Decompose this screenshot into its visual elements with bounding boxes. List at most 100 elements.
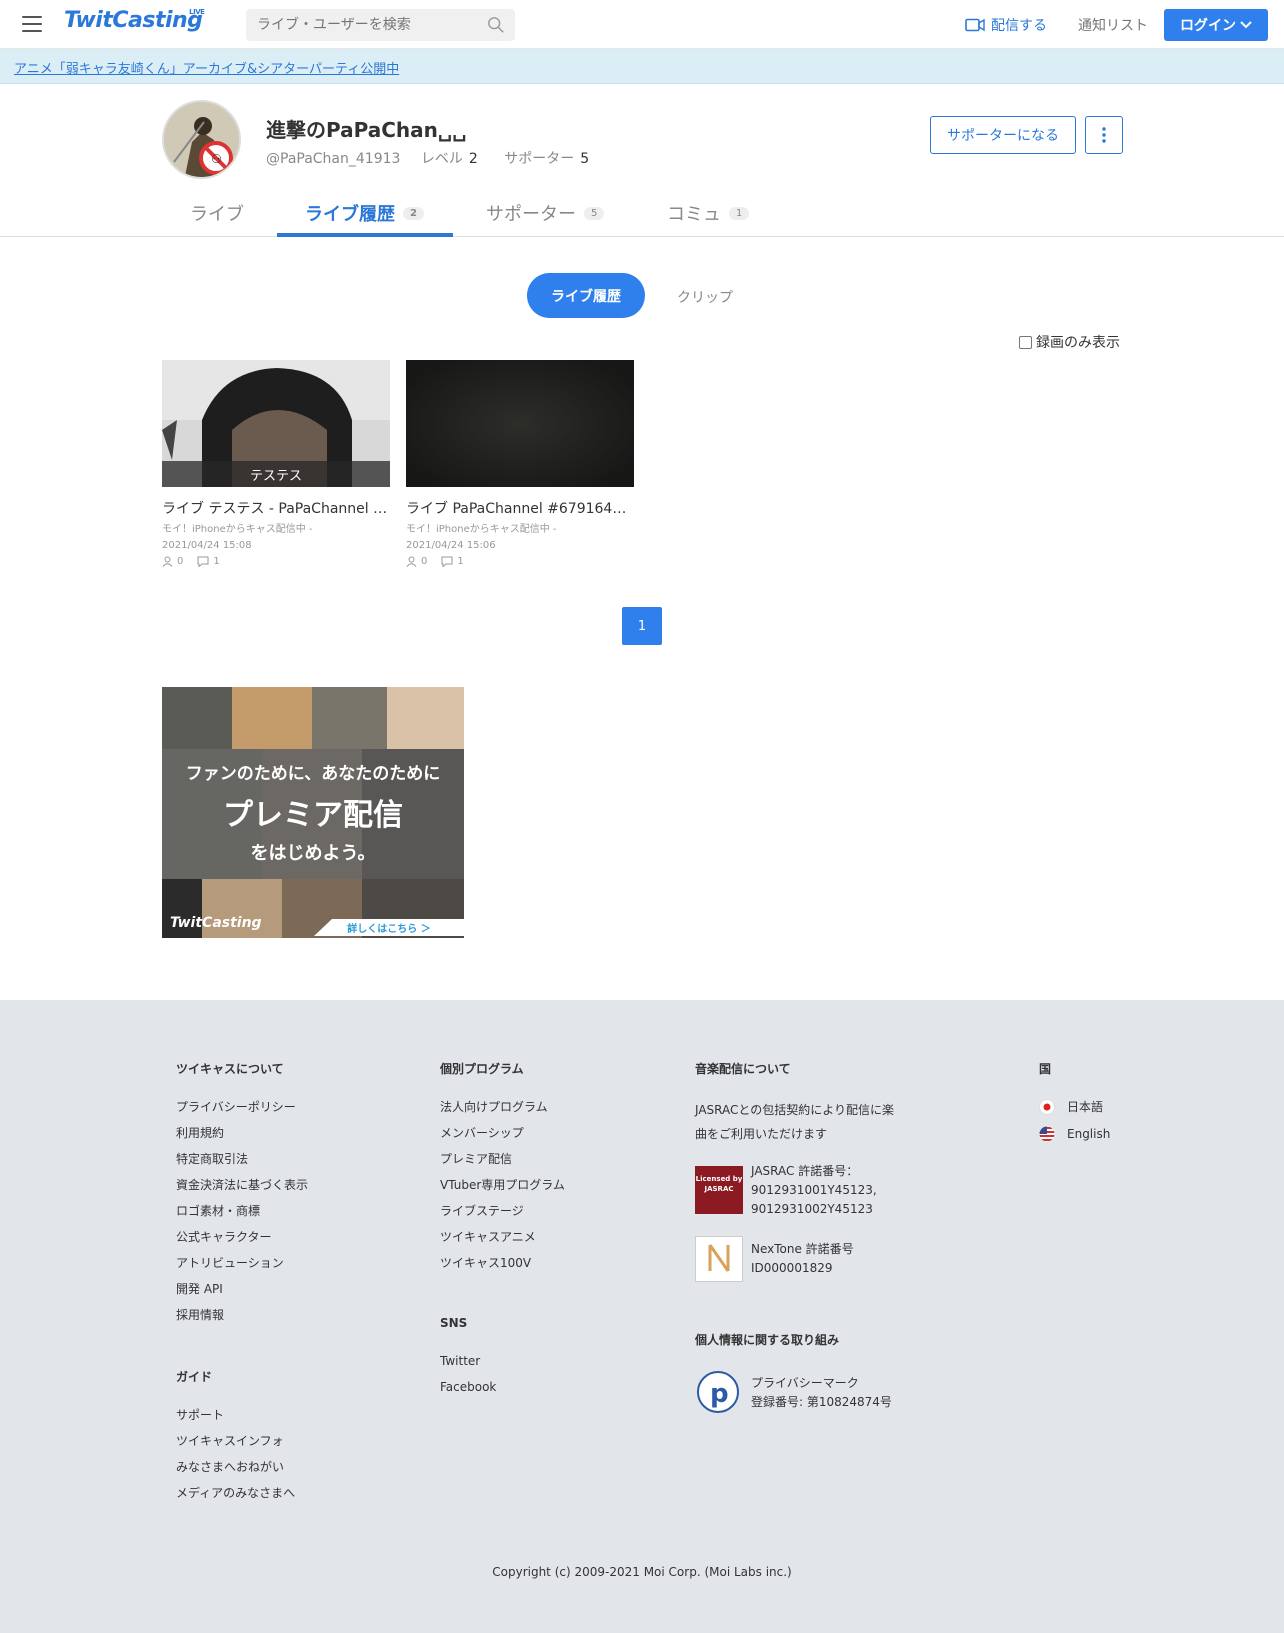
tab-count: 1 — [729, 206, 750, 220]
jasrac-text: JASRAC 許諾番号： — [751, 1164, 859, 1178]
ad-headline: ファンのために、あなたのために — [185, 764, 441, 784]
viewer-count: 0 — [177, 556, 184, 567]
country-english[interactable]: English — [1039, 1126, 1110, 1142]
level-label: レベル — [420, 151, 463, 167]
level-value: 2 — [468, 151, 478, 167]
footer-link[interactable]: ツイキャス100V — [440, 1254, 531, 1271]
tab-label: ライブ履歴 — [305, 204, 395, 225]
privacy-info: プライバシーマーク 登録番号: 第10824874号 — [751, 1374, 892, 1412]
vertical-dots-icon — [1102, 127, 1106, 143]
comment-icon — [197, 556, 209, 567]
footer-link[interactable]: 開発 API — [176, 1280, 223, 1297]
subtab-clip[interactable]: クリップ — [677, 287, 733, 307]
footer-link[interactable]: 採用情報 — [176, 1306, 224, 1323]
premier-ad-banner[interactable]: ファンのために、あなたのために プレミア配信 をはじめよう。 TwitCasti… — [162, 687, 464, 938]
recorded-only-filter[interactable]: 録画のみ表示 — [1019, 332, 1120, 352]
footer-link-twitter[interactable]: Twitter — [440, 1354, 480, 1368]
footer-link[interactable]: 利用規約 — [176, 1124, 224, 1141]
subtab-live-history[interactable]: ライブ履歴 — [527, 273, 645, 318]
tab-community[interactable]: コミュ 1 — [667, 200, 750, 226]
country-japan[interactable]: 日本語 — [1039, 1098, 1103, 1115]
footer-link[interactable]: VTuber専用プログラム — [440, 1176, 565, 1193]
footer-link[interactable]: ロゴ素材・商標 — [176, 1202, 260, 1219]
copyright: Copyright (c) 2009-2021 Moi Corp. (Moi L… — [492, 1565, 792, 1579]
footer-heading-privacy: 個人情報に関する取り組み — [695, 1333, 840, 1347]
card-stats: 0 1 — [406, 556, 634, 567]
japan-flag-icon — [1039, 1098, 1055, 1115]
footer-link[interactable]: ツイキャスインフォ — [176, 1432, 284, 1449]
more-options-button[interactable] — [1085, 116, 1123, 154]
footer-link[interactable]: アトリビューション — [176, 1254, 284, 1271]
tab-live[interactable]: ライブ — [190, 200, 244, 226]
profile-handle: @PaPaChan_41913 — [266, 151, 401, 167]
footer-link[interactable]: メディアのみなさまへ — [176, 1484, 295, 1501]
checkbox[interactable] — [1019, 335, 1032, 349]
become-supporter-button[interactable]: サポーターになる — [930, 116, 1076, 154]
thumbnail[interactable]: テステス — [162, 360, 390, 487]
footer-link[interactable]: みなさまへおねがい — [176, 1458, 284, 1475]
page-1-button[interactable]: 1 — [622, 607, 662, 645]
footer-heading-music: 音楽配信について — [695, 1062, 791, 1076]
footer-link[interactable]: サポート — [176, 1406, 224, 1423]
music-text: JASRACとの包括契約により配信に楽 — [695, 1103, 895, 1117]
filter-label: 録画のみ表示 — [1036, 335, 1120, 351]
jasrac-text: 9012931001Y45123, — [751, 1183, 877, 1197]
footer-link[interactable]: ツイキャスアニメ — [440, 1228, 536, 1245]
jasrac-info: JASRAC 許諾番号： 9012931001Y45123, 9012931002Y… — [751, 1162, 877, 1219]
privacy-text: 登録番号: 第10824874号 — [751, 1395, 892, 1409]
footer-heading-country: 国 — [1039, 1062, 1052, 1076]
footer-link[interactable]: プレミア配信 — [440, 1150, 512, 1167]
announcement-banner: アニメ「弱キャラ友崎くん」アーカイブ&シアターパーティ公開中 — [0, 49, 1284, 84]
jasrac-text: 9012931002Y45123 — [751, 1202, 873, 1216]
country-label: English — [1067, 1127, 1111, 1141]
tab-count: 2 — [403, 206, 424, 220]
avatar: ⚇ — [162, 100, 241, 179]
notify-list-link[interactable]: 通知リスト — [1078, 15, 1148, 35]
music-description: JASRACとの包括契約により配信に楽 曲をご利用いただけます — [695, 1098, 894, 1146]
search-icon[interactable] — [487, 16, 505, 34]
footer-link[interactable]: 特定商取引法 — [176, 1150, 248, 1167]
comment-count: 1 — [213, 556, 220, 567]
tab-label: サポーター — [486, 204, 576, 225]
logo[interactable]: TwitCasting LIVE — [64, 8, 205, 33]
footer-link[interactable]: プライバシーポリシー — [176, 1098, 296, 1115]
card-title[interactable]: ライブ テステス - PaPaChannel #679164351 — [162, 498, 390, 518]
live-card[interactable]: テステス ライブ テステス - PaPaChannel #679164351 モ… — [162, 360, 390, 567]
nextone-text: ID000001829 — [751, 1261, 833, 1275]
broadcast-button[interactable]: 配信する — [965, 15, 1047, 35]
ad-logo: TwitCasting — [170, 915, 262, 931]
tab-label: コミュ — [667, 204, 721, 225]
profile-name: 進撃のPaPaChan␣␣ — [266, 118, 467, 142]
tab-supporters[interactable]: サポーター 5 — [486, 200, 605, 226]
footer-link-facebook[interactable]: Facebook — [440, 1380, 496, 1394]
menu-icon[interactable] — [22, 16, 42, 32]
svg-text:⚇: ⚇ — [211, 152, 222, 166]
tab-live-history[interactable]: ライブ履歴 2 — [305, 200, 424, 226]
card-description: モイ！iPhoneからキャス配信中 - — [406, 524, 557, 535]
footer: ツイキャスについて プライバシーポリシー 利用規約 特定商取引法 資金決済法に基… — [0, 1000, 1284, 1633]
active-tab-indicator — [277, 233, 453, 237]
comment-count: 1 — [457, 556, 464, 567]
search-input[interactable] — [246, 9, 466, 41]
svg-text:p: p — [710, 1379, 729, 1409]
viewer-icon — [162, 556, 173, 567]
card-title[interactable]: ライブ PaPaChannel #679164351 — [406, 498, 634, 518]
footer-link[interactable]: ライブステージ — [440, 1202, 524, 1219]
footer-heading-programs: 個別プログラム — [440, 1062, 524, 1076]
footer-link[interactable]: 法人向けプログラム — [440, 1098, 548, 1115]
thumbnail[interactable] — [406, 360, 634, 487]
live-card[interactable]: ライブ PaPaChannel #679164351 モイ！iPhoneからキャ… — [406, 360, 634, 567]
video-camera-icon — [965, 18, 985, 32]
ad-subtitle: をはじめよう。 — [250, 843, 376, 864]
announcement-link[interactable]: アニメ「弱キャラ友崎くん」アーカイブ&シアターパーティ公開中 — [14, 58, 399, 77]
footer-link[interactable]: 公式キャラクター — [176, 1228, 272, 1245]
nextone-text: NexTone 許諾番号 — [751, 1242, 854, 1256]
footer-link[interactable]: メンバーシップ — [440, 1124, 524, 1141]
us-flag-icon — [1039, 1126, 1055, 1142]
profile-meta: @PaPaChan_41913 レベル 2 サポーター 5 — [266, 148, 611, 168]
music-text: 曲をご利用いただけます — [695, 1127, 828, 1141]
card-stats: 0 1 — [162, 556, 390, 567]
login-button[interactable]: ログイン — [1164, 9, 1268, 41]
ad-cta-button[interactable]: 詳しくはこちら ＞ — [314, 919, 464, 936]
footer-link[interactable]: 資金決済法に基づく表示 — [176, 1176, 308, 1193]
